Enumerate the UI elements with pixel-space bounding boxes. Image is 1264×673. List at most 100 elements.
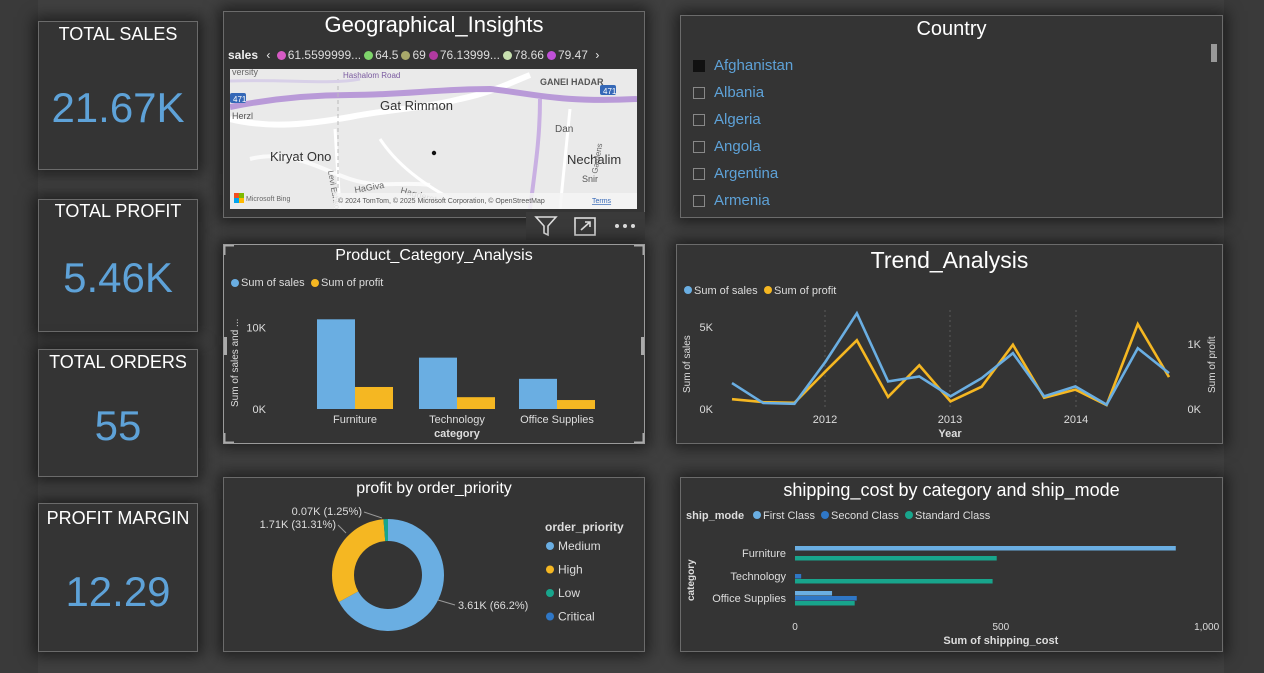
product-chart[interactable]: Sum of sales Sum of profit Sum of sales an… xyxy=(224,245,644,443)
filter-icon[interactable] xyxy=(534,215,558,237)
legend-label: Sum of profit xyxy=(774,285,836,297)
country-item[interactable]: Afghanistan xyxy=(693,52,793,79)
order-priority-visual[interactable]: profit by order_priority 0.07K (1.25%) 1.… xyxy=(223,477,645,652)
country-label: Armenia xyxy=(714,192,770,209)
checkbox[interactable] xyxy=(693,140,705,153)
map-legend-item: 79.47 xyxy=(544,48,588,62)
kpi-value: 12.29 xyxy=(65,568,171,615)
legend-label: Sum of sales xyxy=(694,285,758,297)
focus-mode-icon[interactable] xyxy=(573,215,597,237)
map-data-point[interactable] xyxy=(431,150,437,156)
x-axis-title: category xyxy=(434,428,481,440)
legend-next-icon[interactable]: › xyxy=(595,48,599,62)
y-tick: Office Supplies xyxy=(712,593,786,605)
bar-sales[interactable] xyxy=(419,357,457,409)
kpi-total-profit[interactable]: TOTAL PROFIT 5.46K xyxy=(38,199,198,332)
legend-title: ship_mode xyxy=(686,510,744,522)
legend-label: Critical xyxy=(558,610,595,624)
kpi-label: TOTAL SALES xyxy=(58,24,178,44)
selection-handle[interactable] xyxy=(634,433,644,443)
legend-label: Second Class xyxy=(831,510,899,522)
data-label: 1.71K (31.31%) xyxy=(260,519,336,531)
kpi-profit-margin[interactable]: PROFIT MARGIN 12.29 xyxy=(38,503,198,652)
bar-second-class[interactable] xyxy=(795,596,857,601)
bar-sales[interactable] xyxy=(519,378,557,409)
bar-standard-class[interactable] xyxy=(795,556,997,561)
trend-visual[interactable]: Trend_Analysis Sum of sales Sum of profit… xyxy=(676,244,1223,444)
legend-dot xyxy=(684,286,692,294)
y-tick: 10K xyxy=(246,322,266,334)
map-legend-item: 78.66 xyxy=(500,48,544,62)
legend-label: 64.5 xyxy=(375,48,399,62)
kpi-value: 55 xyxy=(94,402,142,449)
country-item[interactable]: Albania xyxy=(693,79,793,106)
legend-label: High xyxy=(558,563,583,577)
shipping-cost-visual[interactable]: shipping_cost by category and ship_mode … xyxy=(680,477,1223,652)
bar-profit[interactable] xyxy=(457,397,495,409)
legend-label: 69 xyxy=(412,48,426,62)
x-axis-title: Sum of shipping_cost xyxy=(943,635,1058,647)
selection-handle[interactable] xyxy=(634,245,644,255)
checkbox[interactable] xyxy=(693,113,705,126)
country-item[interactable]: Algeria xyxy=(693,106,793,133)
y-tick: 0K xyxy=(700,404,714,416)
resize-handle[interactable] xyxy=(641,337,644,355)
country-label: Argentina xyxy=(714,165,779,182)
bar-profit[interactable] xyxy=(355,386,393,409)
legend-label: 61.5599999... xyxy=(287,48,362,62)
kpi-total-orders[interactable]: TOTAL ORDERS 55 xyxy=(38,349,198,477)
legend-dot xyxy=(546,589,554,597)
country-item[interactable]: Argentina xyxy=(693,160,793,187)
bar-standard-class[interactable] xyxy=(795,601,855,606)
bar-first-class[interactable] xyxy=(795,546,1176,551)
checkbox[interactable] xyxy=(693,194,705,207)
map-label: Hashalom Road xyxy=(343,71,400,80)
map-label: Gat Rimmon xyxy=(380,98,453,113)
map-terms-link[interactable]: Terms xyxy=(592,198,612,205)
geo-title: Geographical_Insights xyxy=(324,12,544,37)
y-tick: 0K xyxy=(253,404,267,416)
y-axis-title: category xyxy=(686,559,697,601)
kpi-value: 21.67K xyxy=(51,84,185,131)
bar-first-class[interactable] xyxy=(795,591,833,596)
data-label: 3.61K (66.2%) xyxy=(458,600,528,612)
selection-handle[interactable] xyxy=(224,245,234,255)
more-options-icon[interactable] xyxy=(613,215,637,237)
bar-sales[interactable] xyxy=(317,319,355,409)
bar-profit[interactable] xyxy=(557,400,595,409)
legend-dot xyxy=(546,612,554,621)
geo-map-visual[interactable]: Geographical_Insights sales ‹ 61.5599999… xyxy=(223,11,645,218)
legend-label: 79.47 xyxy=(557,48,588,62)
donut-chart[interactable]: 0.07K (1.25%)1.71K (31.31%) 3.61K (66.2%)… xyxy=(224,478,644,651)
y-axis-title-left: Sum of sales xyxy=(682,335,693,393)
checkbox[interactable] xyxy=(693,59,705,72)
legend-dot xyxy=(821,511,829,519)
kpi-label: TOTAL ORDERS xyxy=(49,352,187,372)
resize-handle[interactable] xyxy=(224,337,227,355)
map-area[interactable]: 471 471 versity Hashalom Road Gat Rimmon… xyxy=(230,69,637,209)
country-slicer[interactable]: Country Afghanistan Albania Algeria Angola A… xyxy=(680,15,1223,218)
leader-line xyxy=(337,524,347,534)
selection-handle[interactable] xyxy=(224,433,234,443)
trend-chart[interactable]: Sum of sales Sum of profit Sum of sales Sum… xyxy=(677,245,1222,443)
legend-dot xyxy=(764,286,772,294)
map-legend-item: 76.13999... xyxy=(426,48,500,62)
kpi-total-sales[interactable]: TOTAL SALES 21.67K xyxy=(38,21,198,170)
product-category-visual[interactable]: Product_Category_Analysis Sum of sales Su… xyxy=(223,244,645,444)
x-tick: 1,000 xyxy=(1194,622,1219,633)
country-item[interactable]: Angola xyxy=(693,133,793,160)
donut-slice[interactable] xyxy=(332,519,386,603)
bar-standard-class[interactable] xyxy=(795,579,993,584)
kpi-value: 5.46K xyxy=(63,254,173,301)
map-label: Kiryat Ono xyxy=(270,149,331,164)
y-tick: Technology xyxy=(730,571,786,583)
slicer-scrollbar[interactable] xyxy=(1211,44,1217,62)
country-item[interactable]: Armenia xyxy=(693,187,793,214)
bar-second-class[interactable] xyxy=(795,574,802,579)
checkbox[interactable] xyxy=(693,167,705,180)
map-tiles[interactable]: 471 471 versity Hashalom Road Gat Rimmon… xyxy=(230,69,637,209)
legend-prev-icon[interactable]: ‹ xyxy=(266,48,270,62)
shipping-chart[interactable]: ship_mode First Class Second Class Standard… xyxy=(681,478,1222,651)
map-legend-item: 69 xyxy=(398,48,426,62)
checkbox[interactable] xyxy=(693,86,705,99)
